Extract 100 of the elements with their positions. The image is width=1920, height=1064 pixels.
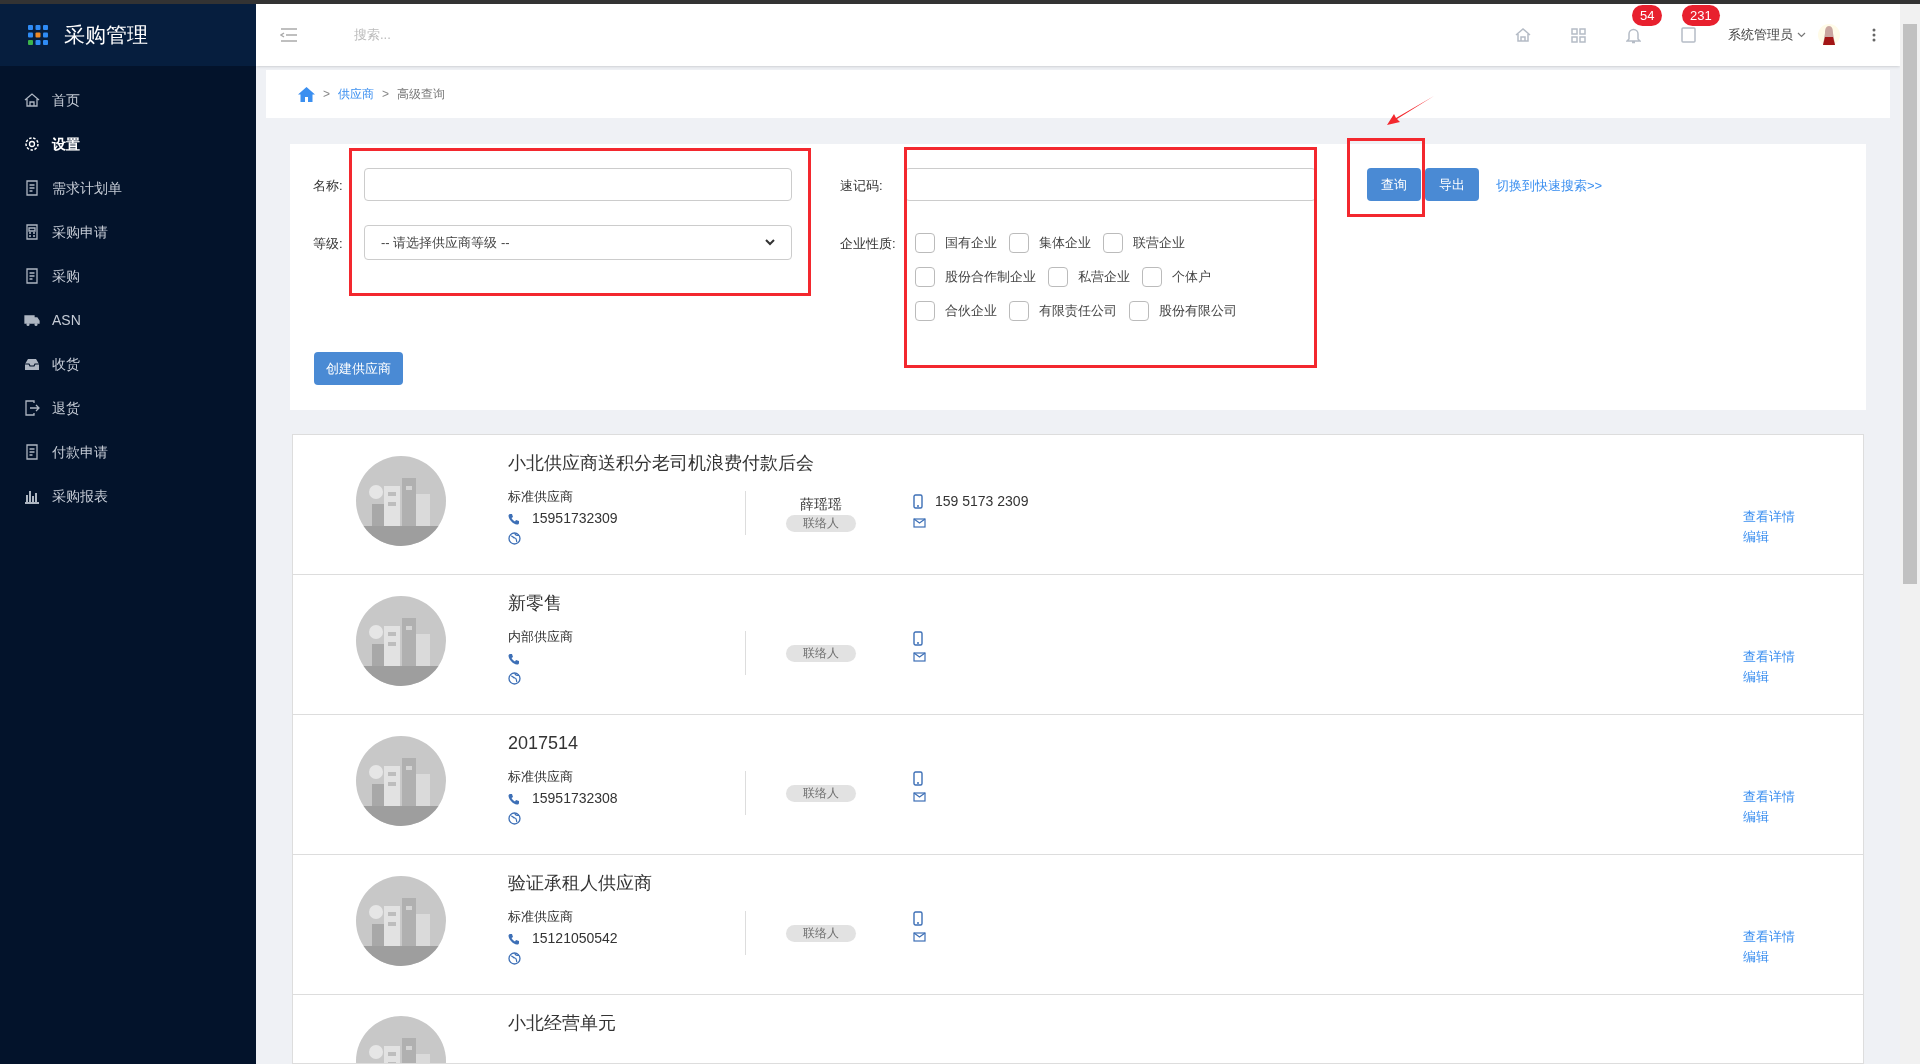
checkbox-option[interactable]: 合伙企业 xyxy=(915,300,997,321)
inbox-icon xyxy=(24,356,40,372)
sidebar-item[interactable]: ASN xyxy=(0,298,256,342)
edit-link[interactable]: 编辑 xyxy=(1743,947,1863,967)
sidebar-item[interactable]: 需求计划单 xyxy=(0,166,256,210)
checkbox-option[interactable]: 个体户 xyxy=(1142,266,1211,287)
message-icon[interactable] xyxy=(1681,27,1696,43)
name-input[interactable] xyxy=(364,168,792,201)
view-details-link[interactable]: 查看详情 xyxy=(1743,927,1863,947)
view-details-link[interactable]: 查看详情 xyxy=(1743,507,1863,527)
user-menu[interactable]: 系统管理员 xyxy=(1728,25,1806,45)
supplier-name: 验证承租人供应商 xyxy=(508,872,652,895)
bar-chart-icon xyxy=(24,488,40,504)
field-label: 名称: xyxy=(313,177,343,195)
checkbox[interactable] xyxy=(1103,232,1123,253)
edit-link[interactable]: 编辑 xyxy=(1743,527,1863,547)
supplier-name: 新零售 xyxy=(508,592,562,615)
app-title: 采购管理 xyxy=(64,22,148,49)
export-button[interactable]: 导出 xyxy=(1425,168,1479,201)
mobile-phone-icon xyxy=(913,771,923,786)
supplier-name: 2017514 xyxy=(508,732,579,755)
field-label: 速记码: xyxy=(840,177,883,195)
scrollbar-thumb[interactable] xyxy=(1903,24,1917,584)
phone-icon xyxy=(508,652,520,665)
user-avatar-icon[interactable] xyxy=(1818,23,1840,47)
breadcrumb-current: 高级查询 xyxy=(397,86,446,103)
home-icon[interactable] xyxy=(1515,27,1531,43)
supplier-type: 标准供应商 xyxy=(508,908,574,926)
home-icon xyxy=(24,92,40,108)
document-icon xyxy=(24,180,40,196)
mobile-phone-icon xyxy=(913,494,923,509)
edit-link[interactable]: 编辑 xyxy=(1743,807,1863,827)
contact-badge: 联络人 xyxy=(785,784,856,802)
mail-icon xyxy=(913,792,926,802)
contact-badge: 联络人 xyxy=(785,515,856,532)
checkbox-option[interactable]: 集体企业 xyxy=(1009,232,1091,253)
sidebar-item[interactable]: 退货 xyxy=(0,386,256,430)
search-field[interactable]: 搜索... xyxy=(354,25,654,45)
exit-icon xyxy=(24,400,40,416)
checkbox[interactable] xyxy=(915,266,935,287)
checkbox-option[interactable]: 股份有限公司 xyxy=(1129,300,1237,321)
checkbox[interactable] xyxy=(915,300,935,321)
view-details-link[interactable]: 查看详情 xyxy=(1743,787,1863,807)
create-supplier-button[interactable]: 创建供应商 xyxy=(314,352,403,385)
level-select[interactable]: -- 请选择供应商等级 -- xyxy=(364,225,792,260)
home-icon[interactable] xyxy=(298,86,315,102)
settings-icon xyxy=(24,136,40,152)
sidebar-item[interactable]: 采购 xyxy=(0,254,256,298)
checkbox-option[interactable]: 有限责任公司 xyxy=(1009,300,1117,321)
phone-number: 15121050542 xyxy=(532,929,618,948)
menu-icon[interactable] xyxy=(280,28,298,42)
mobile-phone-icon xyxy=(913,631,923,646)
contact-name: 薛瑶瑶 xyxy=(799,495,842,514)
checkbox-option[interactable]: 联营企业 xyxy=(1103,232,1185,253)
phone-icon xyxy=(508,792,520,805)
checkbox[interactable] xyxy=(1048,266,1068,287)
supplier-name: 小北供应商送积分老司机浪费付款后会 xyxy=(508,452,814,475)
checkbox[interactable] xyxy=(915,232,935,253)
checkbox[interactable] xyxy=(1142,266,1162,287)
mail-icon xyxy=(913,932,926,942)
query-button[interactable]: 查询 xyxy=(1367,168,1421,201)
apps-icon xyxy=(28,25,48,45)
dropdown-icon xyxy=(765,239,775,246)
checkbox[interactable] xyxy=(1009,300,1029,321)
contact-badge: 联络人 xyxy=(785,924,856,942)
sidebar-item[interactable]: 收货 xyxy=(0,342,256,386)
sidebar-item[interactable]: 付款申请 xyxy=(0,430,256,474)
document-icon xyxy=(24,444,40,460)
checkbox-option[interactable]: 国有企业 xyxy=(915,232,997,253)
globe-icon xyxy=(508,531,521,545)
checkbox-option[interactable]: 私营企业 xyxy=(1048,266,1130,287)
supplier-name: 小北经营单元 xyxy=(508,1012,616,1035)
quick-search-link[interactable]: 切换到快速搜索>> xyxy=(1496,176,1603,196)
sidebar-item[interactable]: 首页 xyxy=(0,78,256,122)
field-label: 等级: xyxy=(313,235,343,253)
scrollbar[interactable] xyxy=(1900,4,1920,1064)
globe-icon xyxy=(508,951,521,965)
code-input[interactable] xyxy=(905,168,1316,201)
calculator-icon xyxy=(24,224,40,240)
bell-icon[interactable] xyxy=(1626,26,1641,44)
edit-link[interactable]: 编辑 xyxy=(1743,667,1863,687)
grid-icon[interactable] xyxy=(1571,27,1586,43)
contact-badge: 联络人 xyxy=(785,644,856,662)
truck-icon xyxy=(24,312,40,328)
phone-icon xyxy=(508,932,520,945)
sidebar-item[interactable]: 采购申请 xyxy=(0,210,256,254)
view-details-link[interactable]: 查看详情 xyxy=(1743,647,1863,667)
checkbox[interactable] xyxy=(1129,300,1149,321)
supplier-type: 标准供应商 xyxy=(508,488,574,506)
checkbox[interactable] xyxy=(1009,232,1029,253)
chevron-down-icon xyxy=(1797,32,1806,38)
globe-icon xyxy=(508,811,521,825)
mobile-number: 159 5173 2309 xyxy=(935,492,1029,511)
mobile-phone-icon xyxy=(913,911,923,926)
breadcrumb-separator: > xyxy=(323,86,330,103)
sidebar-item[interactable]: 采购报表 xyxy=(0,474,256,518)
breadcrumb-link[interactable]: 供应商 xyxy=(338,85,374,103)
sidebar-item[interactable]: 设置 xyxy=(0,122,256,166)
more-icon[interactable] xyxy=(1872,28,1876,42)
checkbox-option[interactable]: 股份合作制企业 xyxy=(915,266,1036,287)
